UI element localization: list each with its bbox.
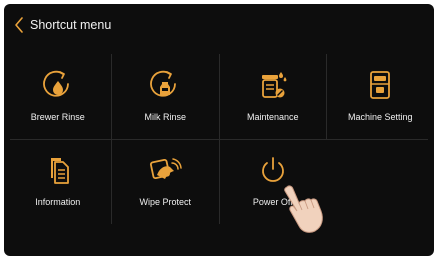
tile-label: Information bbox=[35, 197, 81, 207]
empty-tile bbox=[327, 139, 435, 224]
grid-divider bbox=[326, 54, 327, 139]
tile-wipe-protect[interactable]: Wipe Protect bbox=[112, 139, 220, 224]
tile-label: Machine Setting bbox=[347, 112, 413, 122]
tile-label: Wipe Protect bbox=[139, 197, 192, 207]
chevron-left-icon bbox=[15, 17, 23, 33]
machine-setting-icon bbox=[370, 71, 391, 99]
tile-information[interactable]: Information bbox=[4, 139, 112, 224]
wipe-protect-icon bbox=[150, 158, 182, 180]
back-button[interactable]: Shortcut menu bbox=[14, 17, 111, 33]
tile-machine-setting[interactable]: Machine Setting bbox=[327, 54, 435, 139]
tile-label: Milk Rinse bbox=[144, 112, 186, 122]
touch-screen: Shortcut menu Brewer Rinse Milk Rinse Ma… bbox=[4, 4, 434, 256]
grid-divider bbox=[10, 139, 428, 140]
tile-milk-rinse[interactable]: Milk Rinse bbox=[112, 54, 220, 139]
information-icon bbox=[50, 158, 69, 184]
maintenance-icon bbox=[261, 72, 287, 98]
page-title: Shortcut menu bbox=[30, 18, 112, 32]
tile-brewer-rinse[interactable]: Brewer Rinse bbox=[4, 54, 112, 139]
header: Shortcut menu bbox=[4, 4, 434, 46]
pointing-hand-icon bbox=[284, 185, 323, 233]
tile-label: Brewer Rinse bbox=[30, 112, 85, 122]
tile-maintenance[interactable]: Maintenance bbox=[219, 54, 327, 139]
brewer-rinse-icon bbox=[42, 70, 69, 97]
milk-rinse-icon bbox=[150, 70, 177, 97]
tile-label: Maintenance bbox=[246, 112, 299, 122]
